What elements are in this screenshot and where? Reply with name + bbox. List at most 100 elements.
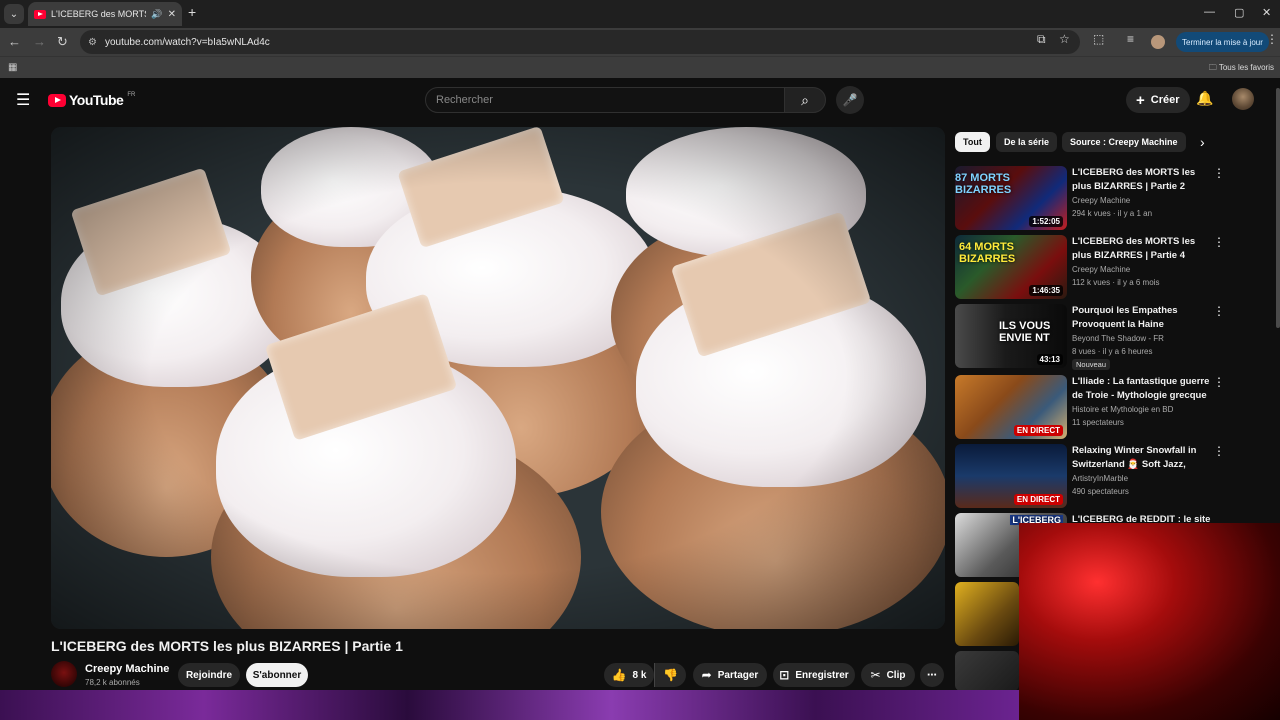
recommendation-meta: 294 k vues · il y a 1 an xyxy=(1072,209,1153,218)
video-frame-vignette xyxy=(51,127,945,629)
browser-tab-active[interactable]: L'ICEBERG des MORTS les p 🔊 ✕ xyxy=(28,2,182,26)
search-placeholder: Rechercher xyxy=(436,94,493,106)
create-button[interactable]: + Créer xyxy=(1126,87,1190,113)
thumbnail-text: ILS VOUS ENVIE NT xyxy=(999,320,1051,344)
share-button[interactable]: ➦ Partager xyxy=(693,663,767,687)
menu-icon[interactable]: ☰ xyxy=(16,90,30,110)
more-actions-button[interactable]: ⋯ xyxy=(920,663,944,687)
save-label: Enregistrer xyxy=(795,669,849,681)
cast-icon[interactable]: ⧉ xyxy=(1037,32,1046,47)
search-input[interactable]: Rechercher xyxy=(425,87,785,113)
subscribe-button[interactable]: S'abonner xyxy=(246,663,308,687)
tab-audio-icon[interactable]: 🔊 xyxy=(151,9,162,20)
recommendation-channel[interactable]: Histoire et Mythologie en BD xyxy=(1072,405,1173,414)
video-thumbnail[interactable]: 87 MORTS BIZARRES 1:52:05 xyxy=(955,166,1067,230)
channel-name[interactable]: Creepy Machine xyxy=(85,663,169,675)
recommendation-channel[interactable]: Creepy Machine xyxy=(1072,196,1130,205)
forward-arrow-icon[interactable]: → xyxy=(33,34,46,49)
chip-all[interactable]: Tout xyxy=(955,132,990,152)
recommendation-item[interactable]: 64 MORTS BIZARRES 1:46:35 L'ICEBERG des … xyxy=(955,235,1225,299)
webcam-overlay xyxy=(1019,523,1280,720)
url-text[interactable]: youtube.com/watch?v=bIa5wNLAd4c xyxy=(105,37,270,48)
recommendation-channel[interactable]: Creepy Machine xyxy=(1072,265,1130,274)
duration-badge: 1:46:35 xyxy=(1029,285,1063,296)
media-controls-icon[interactable]: ≡ xyxy=(1127,32,1134,46)
address-bar[interactable]: ⚙ youtube.com/watch?v=bIa5wNLAd4c xyxy=(80,30,1080,54)
video-title: L'ICEBERG des MORTS les plus BIZARRES | … xyxy=(51,638,403,654)
recommendation-title[interactable]: L'ICEBERG des MORTS les plus BIZARRES | … xyxy=(1072,166,1212,193)
more-vertical-icon[interactable]: ⋮ xyxy=(1213,166,1225,180)
like-button[interactable]: 👍 8 k xyxy=(604,663,654,687)
microphone-icon: 🎤 xyxy=(842,93,858,107)
join-button[interactable]: Rejoindre xyxy=(178,663,240,687)
scissors-icon: ✂ xyxy=(870,668,881,682)
extensions-icon[interactable]: ⬚ xyxy=(1093,32,1104,46)
bookmark-icon: ⊡ xyxy=(779,668,790,682)
recommendation-title[interactable]: Pourquoi les Empathes Provoquent la Hain… xyxy=(1072,304,1212,331)
search-button[interactable]: ⌕ xyxy=(784,87,826,113)
recommendation-item[interactable]: 87 MORTS BIZARRES 1:52:05 L'ICEBERG des … xyxy=(955,166,1225,230)
search-icon: ⌕ xyxy=(801,91,809,108)
browser-nav-bar: ← → ↻ ⚙ youtube.com/watch?v=bIa5wNLAd4c … xyxy=(0,28,1280,56)
like-count: 8 k xyxy=(632,669,647,681)
new-badge: Nouveau xyxy=(1072,359,1111,370)
new-tab-plus-icon[interactable]: + xyxy=(188,4,196,20)
video-player[interactable] xyxy=(51,127,945,629)
recommendation-item[interactable]: EN DIRECT Relaxing Winter Snowfall in Sw… xyxy=(955,444,1225,508)
window-restore-icon[interactable]: ▢ xyxy=(1234,6,1244,19)
recommendation-title[interactable]: L'ICEBERG des MORTS les plus BIZARRES | … xyxy=(1072,235,1212,262)
clip-button[interactable]: ✂ Clip xyxy=(861,663,915,687)
video-thumbnail[interactable]: EN DIRECT xyxy=(955,444,1067,508)
youtube-logo[interactable]: YouTube FR xyxy=(48,92,135,108)
chip-source[interactable]: Source : Creepy Machine xyxy=(1062,132,1186,152)
more-vertical-icon[interactable]: ⋮ xyxy=(1213,235,1225,249)
tab-search-menu-icon[interactable]: ⌄ xyxy=(4,4,24,24)
recommendation-channel[interactable]: Beyond The Shadow - FR xyxy=(1072,334,1164,343)
more-vertical-icon[interactable]: ⋮ xyxy=(1213,304,1225,318)
recommendation-title[interactable]: Relaxing Winter Snowfall in Switzerland … xyxy=(1072,444,1212,471)
video-thumbnail[interactable] xyxy=(955,651,1019,691)
window-close-icon[interactable]: ✕ xyxy=(1262,6,1271,19)
recommendation-title[interactable]: L'Iliade : La fantastique guerre de Troi… xyxy=(1072,375,1212,402)
duration-badge: 43:13 xyxy=(1036,354,1063,365)
update-button[interactable]: Terminer la mise à jour xyxy=(1176,32,1269,52)
profile-avatar[interactable] xyxy=(1151,35,1165,49)
chevron-right-icon[interactable]: › xyxy=(1200,134,1205,150)
video-thumbnail[interactable]: 64 MORTS BIZARRES 1:46:35 xyxy=(955,235,1067,299)
more-vertical-icon[interactable]: ⋮ xyxy=(1213,444,1225,458)
bookmark-star-icon[interactable]: ☆ xyxy=(1059,32,1070,46)
folder-icon: 🗀 xyxy=(1208,63,1219,72)
all-bookmarks-link[interactable]: 🗀 Tous les favoris xyxy=(1209,62,1274,76)
video-thumbnail[interactable]: ILS VOUS ENVIE NT 43:13 xyxy=(955,304,1067,368)
more-vertical-icon[interactable]: ⋮ xyxy=(1213,375,1225,389)
window-minimize-icon[interactable]: — xyxy=(1204,6,1215,18)
recommendation-meta: 8 vues · il y a 6 heures xyxy=(1072,347,1153,356)
save-button[interactable]: ⊡ Enregistrer xyxy=(773,663,855,687)
channel-avatar[interactable] xyxy=(51,661,77,687)
duration-badge: 1:52:05 xyxy=(1029,216,1063,227)
video-thumbnail[interactable]: EN DIRECT xyxy=(955,375,1067,439)
recommendation-channel[interactable]: ArtistryInMarble xyxy=(1072,474,1128,483)
notifications-bell-icon[interactable]: 🔔 xyxy=(1196,90,1213,107)
recommendation-meta: 11 spectateurs xyxy=(1072,418,1124,427)
browser-menu-icon[interactable]: ⋮ xyxy=(1266,32,1278,46)
voice-search-button[interactable]: 🎤 xyxy=(836,86,864,114)
chip-series[interactable]: De la série xyxy=(996,132,1058,152)
video-thumbnail[interactable] xyxy=(955,582,1019,646)
logo-region: FR xyxy=(127,92,136,98)
youtube-play-logo-icon xyxy=(48,93,66,107)
page-scrollbar[interactable] xyxy=(1276,88,1280,328)
thumbnail-text: 64 MORTS BIZARRES xyxy=(959,241,1016,265)
back-arrow-icon[interactable]: ← xyxy=(8,34,21,49)
recommendation-item[interactable]: EN DIRECT L'Iliade : La fantastique guer… xyxy=(955,375,1225,439)
bookmarks-bar: ▦ 🗀 Tous les favoris xyxy=(0,56,1280,78)
account-avatar[interactable] xyxy=(1232,88,1254,110)
tab-close-icon[interactable]: ✕ xyxy=(168,9,176,20)
recommendation-item[interactable]: ILS VOUS ENVIE NT 43:13 Pourquoi les Emp… xyxy=(955,304,1225,370)
tab-title: L'ICEBERG des MORTS les p xyxy=(51,9,146,19)
apps-grid-icon[interactable]: ▦ xyxy=(8,62,17,73)
reload-icon[interactable]: ↻ xyxy=(57,34,68,50)
site-info-icon[interactable]: ⚙ xyxy=(88,37,97,48)
dislike-button[interactable]: 👎 xyxy=(654,663,686,687)
recommendation-meta: 490 spectateurs xyxy=(1072,487,1129,496)
